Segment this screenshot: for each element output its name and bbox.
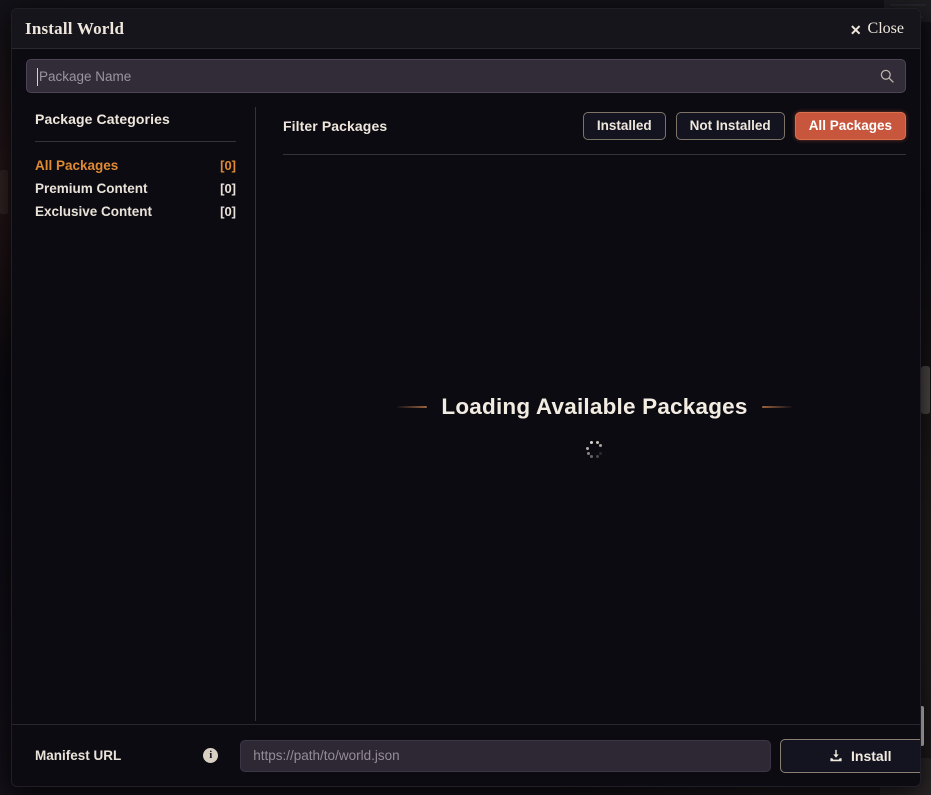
decorative-rule-right	[761, 405, 792, 408]
download-icon	[830, 749, 842, 761]
dialog-body: Package Categories All Packages [0] Prem…	[12, 101, 920, 724]
filter-all-packages-button[interactable]: All Packages	[794, 111, 906, 141]
sidebar-item-premium-content[interactable]: Premium Content [0]	[35, 177, 236, 200]
filter-heading: Filter Packages	[283, 118, 388, 134]
spinner-dot	[586, 451, 590, 455]
install-button[interactable]: Install	[780, 738, 920, 773]
dialog-title: Install World	[25, 18, 125, 38]
search-input[interactable]	[27, 60, 905, 92]
package-list-area: Loading Available Packages	[283, 155, 906, 724]
background-scrollbar[interactable]	[921, 366, 930, 414]
filter-not-installed-button[interactable]: Not Installed	[675, 111, 785, 141]
dialog-footer: Manifest URL i Install	[12, 724, 920, 786]
sidebar-item-all-packages[interactable]: All Packages [0]	[35, 154, 236, 177]
package-categories-sidebar: Package Categories All Packages [0] Prem…	[12, 101, 256, 724]
sidebar-item-label: Exclusive Content	[35, 204, 153, 219]
spinner-dot	[599, 451, 603, 455]
search-field-wrapper[interactable]	[26, 59, 906, 93]
decorative-rule-left	[397, 405, 428, 408]
install-button-label: Install	[851, 747, 892, 764]
dialog-titlebar: Install World ✕ Close	[12, 9, 920, 49]
spinner-dot	[585, 446, 589, 450]
filter-button-group: Installed Not Installed All Packages	[582, 111, 906, 141]
loading-text: Loading Available Packages	[441, 393, 748, 419]
background-text-line-1	[890, 4, 926, 6]
package-list-panel: Filter Packages Installed Not Installed …	[256, 101, 920, 724]
sidebar-item-label: Premium Content	[35, 181, 148, 196]
manifest-url-label: Manifest URL	[35, 748, 122, 763]
close-button[interactable]: ✕ Close	[847, 18, 907, 40]
manifest-url-input[interactable]	[240, 739, 772, 772]
filter-installed-button[interactable]: Installed	[582, 111, 666, 141]
search-row	[12, 49, 920, 101]
spinner-dot	[595, 455, 599, 459]
install-world-dialog: Install World ✕ Close Package Categories…	[11, 8, 921, 787]
sidebar-heading: Package Categories	[35, 111, 170, 127]
sidebar-divider	[35, 141, 236, 142]
info-icon[interactable]: i	[203, 748, 219, 763]
search-icon[interactable]	[879, 68, 895, 84]
sidebar-item-count: [0]	[220, 158, 236, 173]
loading-spinner-icon	[585, 440, 605, 460]
sidebar-item-count: [0]	[220, 204, 236, 219]
close-button-label: Close	[867, 19, 904, 37]
x-icon: ✕	[849, 21, 862, 38]
filter-header: Filter Packages Installed Not Installed …	[283, 111, 906, 141]
spinner-dot	[595, 440, 599, 444]
text-caret	[37, 68, 38, 86]
sidebar-main-divider	[255, 107, 256, 721]
loading-message: Loading Available Packages	[397, 393, 792, 420]
sidebar-item-exclusive-content[interactable]: Exclusive Content [0]	[35, 200, 236, 223]
spinner-dot	[590, 455, 594, 459]
spinner-dot	[599, 444, 603, 448]
background-tile-left	[0, 170, 8, 214]
sidebar-item-label: All Packages	[35, 158, 119, 173]
spinner-dot	[590, 440, 594, 444]
sidebar-item-count: [0]	[220, 181, 236, 196]
